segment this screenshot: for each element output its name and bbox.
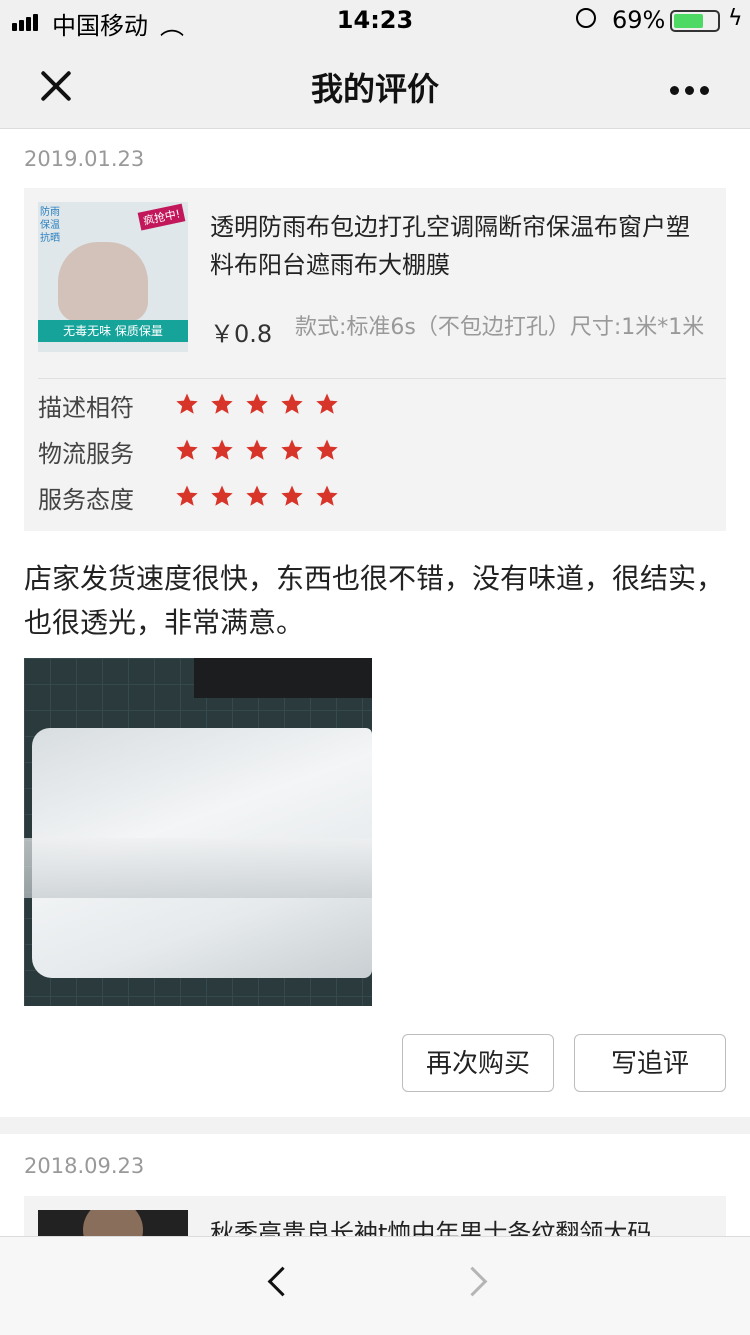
star-icon [281, 393, 303, 414]
review-date: 2018.09.23 [24, 1154, 145, 1178]
star-icon [316, 393, 338, 414]
star-rating [175, 392, 350, 420]
rotation-lock-icon [576, 8, 596, 28]
thumb-band: 无毒无味 保质保量 [38, 320, 188, 342]
charging-icon: ϟ [728, 6, 743, 31]
follow-up-review-button[interactable]: 写追评 [574, 1034, 726, 1092]
product-info[interactable]: 秋季高贵良长袖t恤中年男士条纹翻领大码 [24, 1196, 726, 1236]
star-icon [176, 485, 198, 506]
product-info[interactable]: 防雨保温抗晒 疯抢中! 无毒无味 保质保量 透明防雨布包边打孔空调隔断帘保温布窗… [24, 188, 726, 531]
rating-label: 服务态度 [38, 486, 134, 514]
review-photo[interactable] [24, 658, 372, 1006]
status-bar: 中国移动 ︵ 14:23 69% ϟ [0, 0, 750, 40]
star-icon [176, 439, 198, 460]
browser-toolbar [0, 1236, 750, 1335]
product-title: 秋季高贵良长袖t恤中年男士条纹翻领大码 [210, 1219, 652, 1236]
star-icon [281, 485, 303, 506]
star-icon [316, 439, 338, 460]
review-date: 2019.01.23 [24, 147, 145, 171]
star-rating [175, 484, 350, 512]
review-text: 店家发货速度很快，东西也很不错，没有味道，很结实，也很透光，非常满意。 [24, 562, 725, 639]
star-rating [175, 438, 350, 466]
star-icon [316, 485, 338, 506]
rating-row: 服务态度 [38, 480, 350, 520]
star-icon [211, 485, 233, 506]
star-icon [211, 393, 233, 414]
star-icon [176, 393, 198, 414]
nav-bar: 我的评价 [0, 40, 750, 129]
star-icon [246, 393, 268, 414]
review-card: 2018.09.23 秋季高贵良长袖t恤中年男士条纹翻领大码 [0, 1134, 750, 1236]
rebuy-button[interactable]: 再次购买 [402, 1034, 554, 1092]
forward-arrow-icon[interactable] [457, 1266, 488, 1297]
star-icon [246, 439, 268, 460]
thumb-badge: 疯抢中! [137, 203, 186, 231]
star-icon [246, 485, 268, 506]
page-title: 我的评价 [310, 70, 439, 108]
rating-row: 物流服务 [38, 434, 350, 474]
battery-percent: 69% [612, 6, 666, 34]
back-arrow-icon[interactable] [267, 1266, 298, 1297]
product-spec: 款式:标准6s（不包边打孔）尺寸:1米*1米 [295, 315, 705, 340]
thumb-corner-text: 防雨保温抗晒 [40, 207, 60, 244]
product-thumbnail[interactable]: 防雨保温抗晒 疯抢中! 无毒无味 保质保量 [38, 202, 188, 352]
rating-label: 物流服务 [38, 440, 134, 468]
battery-icon [670, 10, 720, 32]
review-card: 2019.01.23 防雨保温抗晒 疯抢中! 无毒无味 保质保量 透明防雨布包边… [0, 129, 750, 1117]
rating-label: 描述相符 [38, 394, 134, 422]
star-icon [281, 439, 303, 460]
more-icon[interactable] [670, 80, 715, 99]
star-icon [211, 439, 233, 460]
product-title: 透明防雨布包边打孔空调隔断帘保温布窗户塑料布阳台遮雨布大棚膜 [210, 213, 690, 279]
rating-row: 描述相符 [38, 388, 350, 428]
product-thumbnail[interactable] [38, 1210, 188, 1236]
divider [38, 378, 726, 379]
